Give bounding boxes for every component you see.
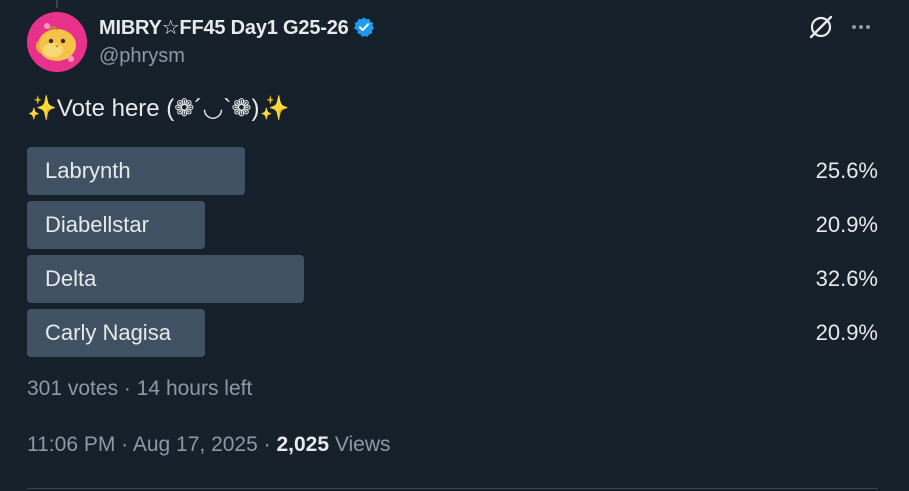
poll-option: Carly Nagisa 20.9% [27,309,878,357]
views-count: 2,025 [276,433,330,456]
poll-option-percent: 20.9% [815,212,878,237]
grok-icon[interactable] [806,12,836,42]
poll-option: Delta 32.6% [27,255,878,303]
divider [27,488,878,489]
sparkles-icon: ✨ [259,95,290,122]
poll-option-label: Diabellstar [45,212,149,237]
poll-meta: 301 votes · 14 hours left [27,377,252,401]
yellow-bird-avatar-icon [27,12,87,72]
poll-option-label: Delta [45,266,97,291]
poll-option: Labrynth 25.6% [27,147,878,195]
separator: · [118,377,137,400]
poll: Labrynth 25.6% Diabellstar 20.9% Delta 3… [27,147,878,363]
sparkles-icon: ✨ [27,95,57,122]
more-icon[interactable] [846,12,876,42]
author-name-row[interactable]: MIBRY☆FF45 Day1 G25-26 [99,14,375,40]
tweet-text: ✨ Vote here (❁´◡`❁) ✨ [27,94,289,123]
avatar[interactable] [27,12,87,72]
verified-badge-icon[interactable] [353,16,375,38]
display-name[interactable]: MIBRY☆FF45 Day1 G25-26 [99,15,349,40]
views-label: Views [334,433,391,456]
tweet-text-body: Vote here (❁´◡`❁) [56,95,260,122]
separator: · [257,433,277,456]
poll-option-percent: 25.6% [815,158,878,183]
poll-vote-count: 301 votes [27,377,119,400]
poll-option-label: Carly Nagisa [45,320,171,345]
poll-option-label: Labrynth [45,158,131,183]
tweet-card: MIBRY☆FF45 Day1 G25-26 @phrysm ✨ Vote he… [0,0,909,491]
author-handle[interactable]: @phrysm [99,45,185,68]
separator: · [115,433,133,456]
thread-line [56,0,58,8]
tweet-date[interactable]: Aug 17, 2025 [133,433,258,456]
poll-time-left: 14 hours left [136,377,253,400]
poll-option-percent: 20.9% [815,320,878,345]
tweet-time[interactable]: 11:06 PM [27,433,115,456]
poll-option: Diabellstar 20.9% [27,201,878,249]
tweet-meta: 11:06 PM · Aug 17, 2025 · 2,025 Views [27,433,391,457]
poll-option-percent: 32.6% [815,266,878,291]
